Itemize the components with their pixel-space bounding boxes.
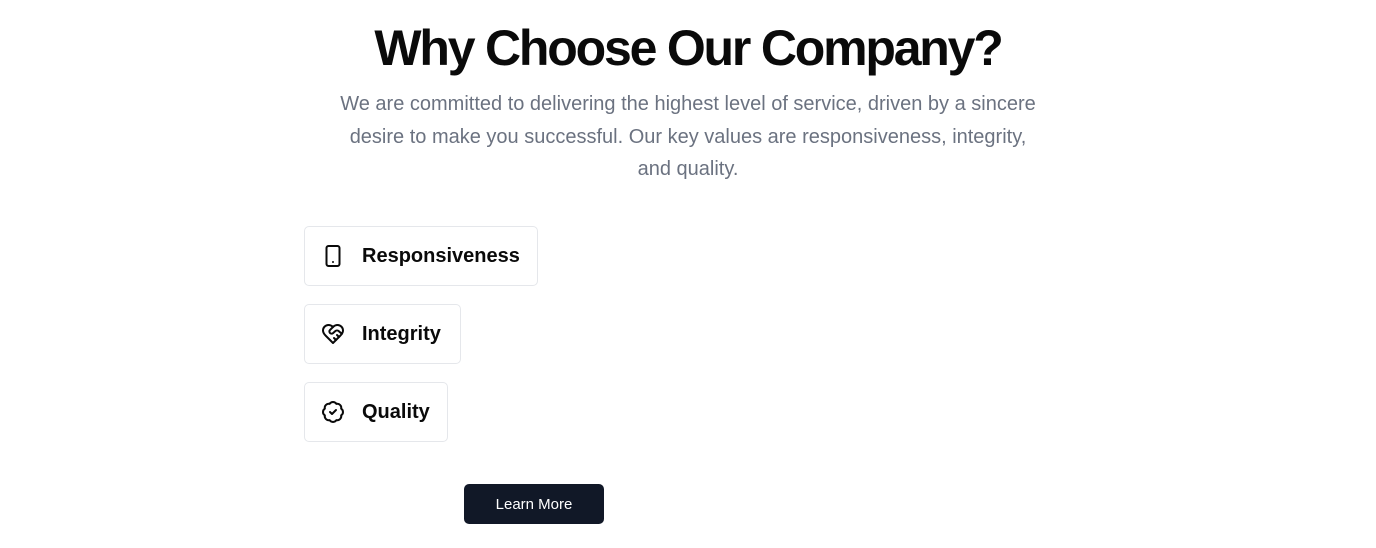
value-card-quality: Quality	[304, 382, 448, 442]
value-card-integrity: Integrity	[304, 304, 461, 364]
badge-check-icon	[321, 400, 345, 424]
section-title: Why Choose Our Company?	[374, 20, 1003, 76]
value-label: Integrity	[362, 322, 441, 345]
value-card-responsiveness: Responsiveness	[304, 226, 538, 286]
value-label: Quality	[362, 400, 430, 423]
smartphone-icon	[321, 244, 345, 268]
value-label: Responsiveness	[362, 244, 520, 267]
section-description: We are committed to delivering the highe…	[340, 93, 1036, 180]
learn-more-button[interactable]: Learn More	[464, 484, 604, 524]
handshake-heart-icon	[321, 322, 345, 346]
